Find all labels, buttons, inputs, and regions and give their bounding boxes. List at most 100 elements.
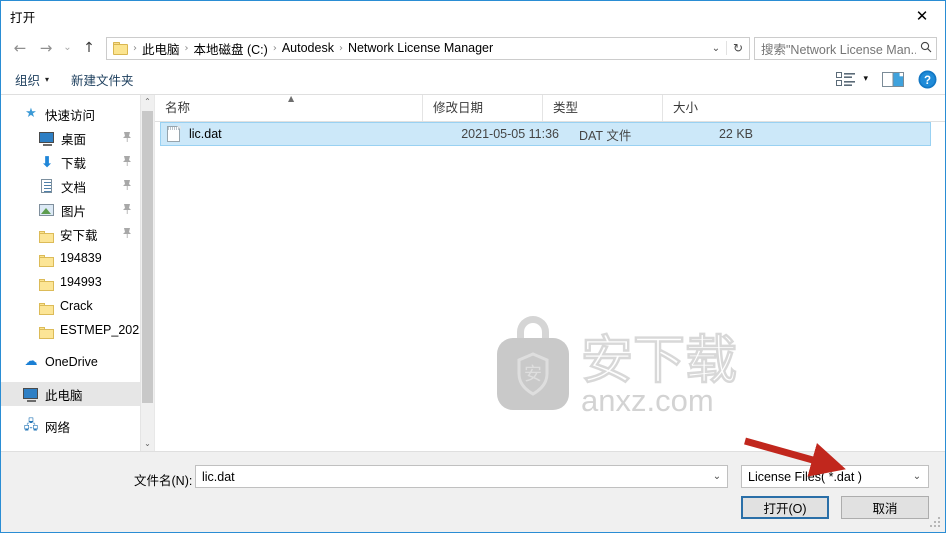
- open-file-dialog: 打开 ✕ ← → ⌄ ↑ › 此电脑 › 本地磁盘 (C:) › Autodes…: [0, 0, 946, 533]
- cancel-button[interactable]: 取消: [841, 496, 929, 519]
- table-row[interactable]: lic.dat 2021-05-05 11:36 DAT 文件 22 KB: [160, 122, 931, 146]
- column-header-date[interactable]: 修改日期: [423, 95, 543, 121]
- search-icon-svg: [920, 41, 932, 52]
- filename-input[interactable]: lic.dat ⌄: [195, 465, 728, 488]
- chevron-down-icon[interactable]: ⌄: [706, 43, 726, 54]
- pin-icon[interactable]: [122, 203, 132, 218]
- sidebar-item-label: ESTMEP_2022_: [60, 323, 140, 337]
- column-headers: 名称 修改日期 类型 大小 ▲: [155, 94, 945, 122]
- column-header-type[interactable]: 类型: [543, 95, 663, 121]
- breadcrumb-item-3[interactable]: Network License Manager: [345, 41, 496, 55]
- view-mode-icon[interactable]: ▾: [836, 71, 868, 87]
- file-date: 2021-05-05 11:36: [461, 127, 559, 141]
- filename-value: lic.dat: [202, 469, 235, 484]
- scrollbar-thumb[interactable]: [142, 111, 153, 403]
- sidebar-item-desktop[interactable]: 桌面: [1, 126, 140, 150]
- pin-icon[interactable]: [122, 227, 132, 242]
- sidebar-item-downloads[interactable]: ⬇ 下载: [1, 150, 140, 174]
- pictures-icon: [39, 202, 55, 218]
- dat-file-icon: [166, 126, 182, 142]
- filetype-select[interactable]: License Files( *.dat ) ⌄: [741, 465, 929, 488]
- documents-icon: [39, 178, 55, 194]
- watermark-svg: 安 安下载 anxz.com: [497, 316, 738, 418]
- star-icon: ★: [25, 106, 37, 121]
- sidebar-item-onedrive[interactable]: ☁ OneDrive: [1, 350, 140, 374]
- view-mode-icon-svg: [836, 72, 856, 86]
- dialog-body: ★ 快速访问 桌面 ⬇ 下载 文档 图片 安下载 194839 194993 C…: [1, 94, 945, 452]
- watermark: 安 安下载 anxz.com: [485, 310, 775, 420]
- file-size: 22 KB: [718, 127, 753, 141]
- preview-pane-icon[interactable]: [882, 71, 904, 88]
- folder-icon: [39, 229, 54, 243]
- title-bar: 打开 ✕: [1, 1, 945, 32]
- address-bar[interactable]: › 此电脑 › 本地磁盘 (C:) › Autodesk › Network L…: [106, 36, 750, 60]
- chevron-down-icon: ▾: [863, 74, 868, 84]
- scroll-down-icon[interactable]: ⌄: [141, 437, 154, 451]
- pin-icon[interactable]: [122, 179, 132, 194]
- sidebar-item-194993[interactable]: 194993: [1, 270, 140, 294]
- pin-icon-svg: [123, 155, 131, 166]
- back-button[interactable]: ←: [7, 35, 33, 61]
- breadcrumb[interactable]: › 此电脑 › 本地磁盘 (C:) › Autodesk › Network L…: [107, 39, 706, 58]
- close-icon[interactable]: ✕: [899, 1, 945, 31]
- folder-icon: [39, 301, 54, 315]
- search-placeholder: 搜索"Network License Man...: [761, 42, 916, 57]
- breadcrumb-item-1[interactable]: 本地磁盘 (C:): [191, 39, 271, 58]
- watermark-domain: anxz.com: [581, 383, 714, 418]
- navigation-bar: ← → ⌄ ↑ › 此电脑 › 本地磁盘 (C:) › Autodesk › N…: [1, 32, 945, 64]
- folder-icon: [39, 277, 54, 291]
- sidebar-item-label: 桌面: [61, 132, 87, 147]
- sidebar-scrollbar[interactable]: ⌃ ⌄: [140, 95, 154, 451]
- dialog-footer: [1, 452, 945, 532]
- sidebar-item-label: 安下载: [60, 228, 98, 243]
- resize-grip[interactable]: [930, 517, 942, 529]
- file-name: lic.dat: [189, 127, 222, 141]
- filename-label: 文件名(N):: [134, 474, 193, 488]
- search-input[interactable]: 搜索"Network License Man...: [754, 36, 937, 60]
- sidebar-item-this-pc[interactable]: 此电脑: [1, 382, 140, 406]
- folder-icon: [39, 325, 54, 339]
- sidebar-item-crack[interactable]: Crack: [1, 294, 140, 318]
- help-icon-svg: ?: [918, 70, 937, 88]
- file-list-scrollbar[interactable]: [931, 122, 945, 451]
- new-folder-button[interactable]: 新建文件夹: [71, 70, 134, 89]
- cloud-icon: ☁: [24, 354, 38, 369]
- recent-locations-button[interactable]: ⌄: [59, 35, 76, 61]
- sort-ascending-icon: ▲: [288, 94, 295, 103]
- sidebar-item-label: 194839: [60, 251, 102, 265]
- sidebar-item-pictures[interactable]: 图片: [1, 198, 140, 222]
- pin-icon-svg: [123, 203, 131, 214]
- sidebar-item-quick-access[interactable]: ★ 快速访问: [1, 102, 140, 126]
- breadcrumb-separator: ›: [133, 42, 137, 54]
- scroll-up-icon[interactable]: ⌃: [141, 95, 154, 109]
- help-icon[interactable]: ?: [918, 70, 937, 89]
- navigation-pane: ★ 快速访问 桌面 ⬇ 下载 文档 图片 安下载 194839 194993 C…: [1, 95, 155, 451]
- chevron-down-icon[interactable]: ⌄: [707, 471, 727, 482]
- forward-button[interactable]: →: [33, 35, 59, 61]
- chevron-down-icon[interactable]: ⌄: [906, 471, 928, 482]
- breadcrumb-separator: ›: [184, 42, 189, 54]
- sidebar-item-network[interactable]: 🖧 网络: [1, 414, 140, 438]
- download-icon: ⬇: [40, 153, 54, 171]
- sidebar-item-estmep-2022[interactable]: ESTMEP_2022_: [1, 318, 140, 342]
- sidebar-item-label: 此电脑: [45, 388, 83, 403]
- chevron-down-icon: ▾: [45, 74, 50, 84]
- pin-icon-svg: [123, 179, 131, 190]
- refresh-icon[interactable]: ↻: [726, 41, 749, 55]
- pin-icon[interactable]: [122, 155, 132, 170]
- watermark-text: 安下载: [581, 331, 737, 391]
- computer-icon: [23, 386, 39, 402]
- sidebar-item-label: 网络: [45, 420, 71, 435]
- column-header-size[interactable]: 大小: [663, 95, 747, 121]
- up-button[interactable]: ↑: [76, 35, 102, 61]
- sidebar-item-anxiazai[interactable]: 安下载: [1, 222, 140, 246]
- organize-label: 组织: [15, 73, 41, 88]
- open-button[interactable]: 打开(O): [741, 496, 829, 519]
- breadcrumb-item-0[interactable]: 此电脑: [139, 39, 183, 58]
- sidebar-item-documents[interactable]: 文档: [1, 174, 140, 198]
- sidebar-item-194839[interactable]: 194839: [1, 246, 140, 270]
- folder-icon: [113, 41, 129, 55]
- organize-button[interactable]: 组织 ▾: [15, 70, 49, 89]
- breadcrumb-item-2[interactable]: Autodesk: [279, 41, 337, 55]
- pin-icon[interactable]: [122, 131, 132, 146]
